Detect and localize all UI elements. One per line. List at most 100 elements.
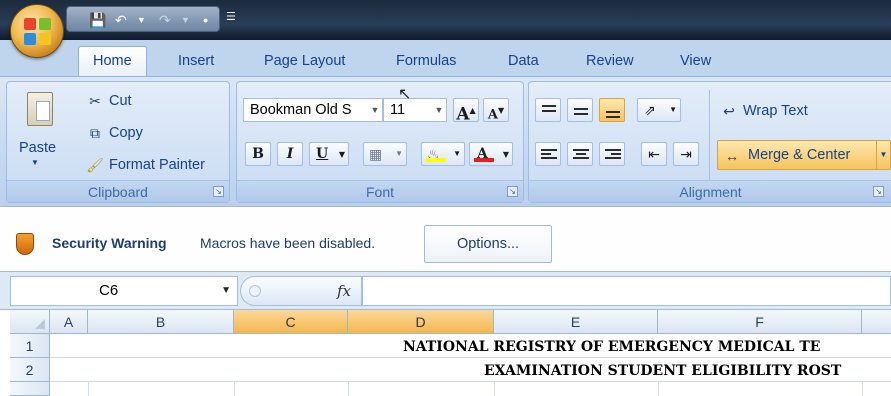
- font-size-dropdown-icon[interactable]: ▼: [432, 99, 446, 121]
- select-all-button[interactable]: [10, 310, 50, 334]
- borders-icon: ▦: [369, 146, 383, 162]
- merge-center-icon: ↔: [725, 148, 739, 164]
- font-name-dropdown-icon[interactable]: ▼: [368, 99, 382, 121]
- redo-icon[interactable]: ↷: [159, 11, 171, 29]
- cell-title-row-2[interactable]: EXAMINATION STUDENT ELIGIBILITY ROST: [484, 363, 841, 379]
- merge-center-label: Merge & Center: [748, 147, 851, 163]
- worksheet-grid: A B C D E F 1 2 NATIONAL REGISTRY OF EME…: [0, 310, 891, 396]
- tab-home[interactable]: Home: [78, 46, 147, 80]
- borders-dropdown-icon[interactable]: ▼: [395, 143, 403, 165]
- fill-color-dropdown-icon[interactable]: ▼: [453, 143, 461, 165]
- font-color-dropdown-icon[interactable]: ▼: [503, 143, 509, 165]
- increase-indent-icon: ⇥: [680, 146, 692, 162]
- row-2-border: [50, 381, 891, 382]
- wrap-text-label: Wrap Text: [743, 103, 808, 119]
- column-header-f[interactable]: F: [658, 310, 862, 334]
- row-1-border: [50, 357, 891, 358]
- office-logo-icon: [24, 18, 52, 46]
- font-name-combo[interactable]: Bookman Old S ▼: [243, 98, 383, 122]
- redo-dropdown-icon[interactable]: ▼: [181, 11, 190, 29]
- grow-font-button[interactable]: A▲: [453, 98, 479, 125]
- options-button[interactable]: Options...: [424, 225, 552, 263]
- undo-dropdown-icon[interactable]: ▼: [137, 11, 146, 29]
- shield-icon: [16, 233, 34, 255]
- qat-divider-icon: ●: [203, 15, 209, 25]
- column-header-a[interactable]: A: [50, 310, 88, 334]
- title-bar: 💾 ↶ ▼ ↷ ▼ ● ☰: [0, 0, 891, 40]
- paste-label: Paste: [19, 140, 57, 156]
- align-left-button[interactable]: [535, 142, 561, 166]
- cell-title-row-1[interactable]: NATIONAL REGISTRY OF EMERGENCY MEDICAL T…: [403, 339, 820, 355]
- tab-formulas[interactable]: Formulas: [382, 50, 470, 76]
- font-launcher-icon[interactable]: ↘: [507, 186, 518, 197]
- formula-input[interactable]: [362, 276, 891, 306]
- alignment-launcher-icon[interactable]: ↘: [873, 186, 884, 197]
- select-all-icon: [35, 319, 45, 329]
- expand-handle-icon[interactable]: [249, 285, 261, 297]
- underline-dropdown-icon[interactable]: ▼: [339, 143, 345, 165]
- security-warning-message: Macros have been disabled.: [200, 235, 376, 251]
- insert-function-button[interactable]: fx: [337, 282, 351, 300]
- security-warning-title: Security Warning: [52, 235, 167, 251]
- undo-icon[interactable]: ↶: [115, 11, 127, 29]
- font-label: Font: [237, 180, 523, 202]
- orientation-icon: ⇗: [644, 102, 656, 118]
- orientation-button[interactable]: ⇗ ▼: [637, 98, 681, 122]
- tab-data[interactable]: Data: [494, 50, 553, 76]
- column-header-g[interactable]: [862, 310, 891, 334]
- align-center-button[interactable]: [567, 142, 593, 166]
- tab-page-layout[interactable]: Page Layout: [250, 50, 359, 76]
- font-size-combo[interactable]: 11 ▼: [383, 98, 447, 122]
- bold-label: B: [252, 146, 264, 162]
- tab-insert[interactable]: Insert: [164, 50, 228, 76]
- tab-view[interactable]: View: [666, 50, 725, 76]
- format-painter-button[interactable]: 🖌 Format Painter: [85, 156, 205, 174]
- save-icon[interactable]: 💾: [89, 11, 106, 29]
- italic-button[interactable]: I: [277, 142, 303, 166]
- align-bottom-button[interactable]: [599, 98, 625, 122]
- copy-button[interactable]: ⧉ Copy: [85, 124, 143, 142]
- paste-icon: [27, 92, 53, 126]
- font-color-button[interactable]: A ▼: [469, 142, 513, 166]
- name-box[interactable]: C6 ▼: [10, 276, 238, 306]
- paste-button[interactable]: Paste ▼: [15, 86, 63, 176]
- alignment-label: Alignment: [529, 180, 891, 202]
- increase-indent-button[interactable]: ⇥: [673, 142, 699, 166]
- decrease-indent-icon: ⇤: [648, 146, 660, 162]
- decrease-indent-button[interactable]: ⇤: [641, 142, 667, 166]
- row-header-2[interactable]: 2: [10, 358, 50, 382]
- cut-button[interactable]: ✂ Cut: [85, 92, 131, 110]
- shrink-font-button[interactable]: A▼: [483, 98, 509, 122]
- tab-review[interactable]: Review: [572, 50, 648, 76]
- alignment-separator: [709, 90, 710, 180]
- scissors-icon: ✂: [89, 93, 101, 109]
- align-right-button[interactable]: [599, 142, 625, 166]
- fill-color-button[interactable]: ♨ ▼: [421, 142, 465, 166]
- row-header-1[interactable]: 1: [10, 334, 50, 358]
- name-box-dropdown-icon[interactable]: ▼: [221, 277, 231, 305]
- italic-label: I: [286, 146, 294, 162]
- borders-button[interactable]: ▦ ▼: [363, 142, 407, 166]
- column-header-b[interactable]: B: [88, 310, 234, 334]
- wrap-text-icon: ↩: [723, 103, 735, 119]
- col-b-border: [234, 382, 235, 396]
- merge-center-button[interactable]: ↔ Merge & Center ▼: [717, 140, 891, 170]
- underline-button[interactable]: U ▼: [309, 142, 349, 166]
- clipboard-launcher-icon[interactable]: ↘: [213, 186, 224, 197]
- col-a-border: [88, 382, 89, 396]
- orientation-dropdown-icon[interactable]: ▼: [669, 99, 677, 121]
- brush-icon: 🖌: [86, 157, 104, 173]
- align-top-button[interactable]: [535, 98, 561, 122]
- merge-center-dropdown-icon[interactable]: ▼: [876, 141, 890, 169]
- row-header-3[interactable]: [10, 382, 50, 396]
- wrap-text-button[interactable]: ↩ Wrap Text: [719, 102, 808, 120]
- column-header-e[interactable]: E: [494, 310, 658, 334]
- office-button[interactable]: [10, 4, 64, 58]
- align-middle-button[interactable]: [567, 98, 593, 122]
- column-header-c[interactable]: C: [234, 310, 348, 334]
- bold-button[interactable]: B: [245, 142, 271, 166]
- security-warning-bar: Security Warning Macros have been disabl…: [0, 206, 891, 272]
- customize-qat-icon[interactable]: ☰: [226, 10, 236, 23]
- column-header-d[interactable]: D: [348, 310, 494, 334]
- paste-dropdown-icon[interactable]: ▼: [31, 158, 39, 167]
